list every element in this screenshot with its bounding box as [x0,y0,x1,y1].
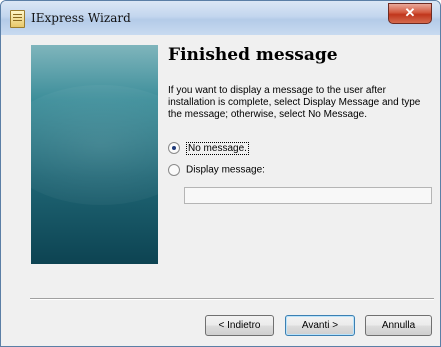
cancel-button[interactable]: Annulla [365,315,432,336]
iexpress-wizard-window: IExpress Wizard ✕ Finished message If yo… [0,0,441,347]
message-text-field[interactable] [184,187,432,204]
display-message-label[interactable]: Display message: [186,165,265,176]
wizard-side-image [31,45,158,264]
close-icon: ✕ [404,5,416,20]
wizard-content: Finished message If you want to display … [8,35,434,340]
button-separator [30,298,434,300]
page-heading: Finished message [168,45,338,65]
page-description: If you want to display a message to the … [168,85,421,120]
close-button[interactable]: ✕ [388,3,432,24]
display-message-radio[interactable] [168,164,180,176]
no-message-option[interactable]: No message. [168,141,249,156]
title-bar[interactable]: IExpress Wizard ✕ [1,1,440,35]
app-icon [10,10,25,28]
next-button[interactable]: Avanti > [285,315,355,336]
no-message-label[interactable]: No message. [186,141,249,155]
no-message-radio[interactable] [168,142,180,154]
back-button[interactable]: < Indietro [205,315,274,336]
display-message-option[interactable]: Display message: [168,164,265,178]
window-title: IExpress Wizard [31,11,131,25]
